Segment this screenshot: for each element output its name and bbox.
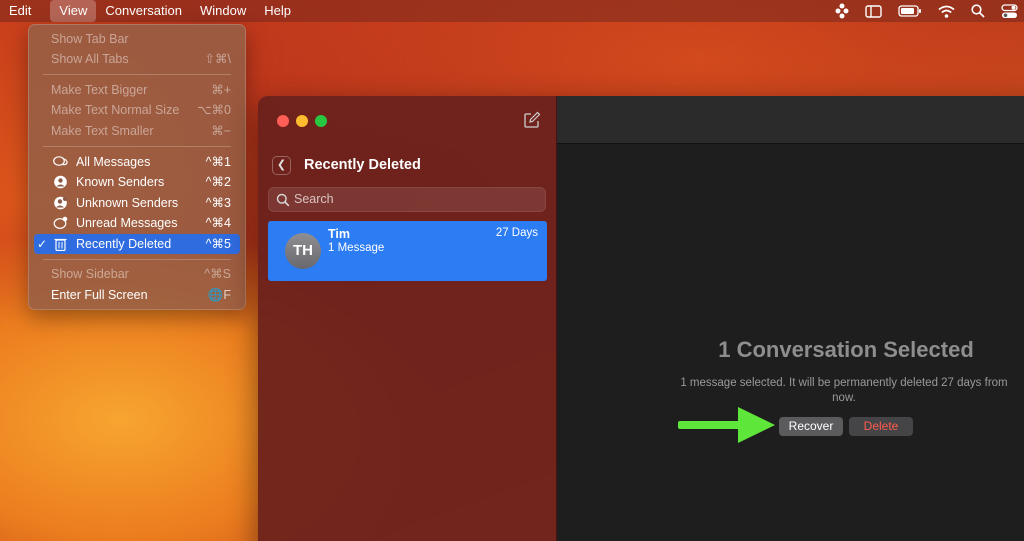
menu-view[interactable]: View	[50, 0, 97, 22]
conversation-time: 27 Days	[495, 227, 538, 239]
menu-help[interactable]: Help	[255, 0, 300, 22]
menu-separator	[43, 146, 231, 147]
chevron-left-icon: ❮	[276, 159, 287, 171]
recover-button[interactable]: Recover	[779, 417, 843, 436]
checkmark-icon: ✓	[37, 237, 48, 251]
wifi-icon[interactable]	[938, 5, 955, 18]
menu-item-show-sidebar[interactable]: Show Sidebar ^⌘S	[34, 264, 240, 284]
zoom-window-button[interactable]	[315, 115, 327, 127]
shortcut: ⇧⌘\	[204, 52, 231, 66]
shortcut: ⌘−	[211, 124, 231, 138]
sidebar-title: Recently Deleted	[304, 157, 421, 173]
battery-icon[interactable]	[898, 5, 922, 17]
menu-item-show-all-tabs[interactable]: Show All Tabs ⇧⌘\	[34, 49, 240, 69]
menu-separator	[43, 259, 231, 260]
conversation-item[interactable]: TH Tim 1 Message 27 Days	[268, 221, 547, 281]
shortcut: ^⌘4	[205, 216, 231, 230]
menu-window[interactable]: Window	[191, 0, 255, 22]
sidebar-toggle-icon[interactable]	[865, 4, 882, 18]
menu-edit[interactable]: Edit	[0, 0, 40, 22]
trash-icon	[54, 238, 67, 251]
status-area	[835, 0, 1018, 22]
sidebar: ❮ Recently Deleted Search TH Tim 1 Messa…	[258, 96, 557, 541]
green-arrow-icon	[678, 407, 775, 443]
menu-item-known-senders[interactable]: Known Senders ^⌘2	[34, 172, 240, 192]
menu-item-make-text-normal-size[interactable]: Make Text Normal Size ⌥⌘0	[34, 100, 240, 120]
avatar: TH	[285, 233, 321, 269]
compose-icon[interactable]	[523, 111, 541, 129]
person-circle-icon	[54, 175, 67, 189]
control-center-icon[interactable]	[1001, 3, 1018, 19]
shortcut: ⌥⌘0	[197, 103, 231, 117]
menu-item-recently-deleted[interactable]: ✓ Recently Deleted ^⌘5	[34, 234, 240, 254]
shortcut: ^⌘S	[204, 267, 231, 281]
spotlight-search-icon[interactable]	[971, 4, 985, 18]
menu-item-unread-messages[interactable]: Unread Messages ^⌘4	[34, 213, 240, 233]
view-menu-dropdown: Show Tab Bar Show All Tabs ⇧⌘\ Make Text…	[28, 24, 246, 310]
shortcut: ⌘+	[211, 83, 231, 97]
menu-item-make-text-smaller[interactable]: Make Text Smaller ⌘−	[34, 121, 240, 141]
menu-bar: Edit View Conversation Window Help	[0, 0, 1024, 22]
menu-item-enter-full-screen[interactable]: Enter Full Screen 🌐F	[34, 285, 240, 305]
close-window-button[interactable]	[277, 115, 289, 127]
messages-window: ❮ Recently Deleted Search TH Tim 1 Messa…	[258, 96, 1024, 541]
delete-button[interactable]: Delete	[849, 417, 913, 436]
speech-bubbles-icon	[53, 156, 68, 166]
search-icon	[276, 193, 290, 207]
unread-bubble-icon	[53, 216, 68, 229]
menu-item-show-tab-bar[interactable]: Show Tab Bar	[34, 29, 240, 49]
shortcut: ^⌘3	[205, 196, 231, 210]
conversation-name: Tim	[328, 227, 350, 241]
widget-icon[interactable]	[835, 3, 849, 19]
shortcut: ^⌘5	[205, 237, 231, 251]
shortcut: ^⌘2	[205, 175, 231, 189]
main-pane: 1 Conversation Selected 1 message select…	[557, 96, 1024, 541]
main-toolbar	[557, 96, 1024, 144]
shortcut: 🌐F	[207, 288, 231, 302]
back-button[interactable]: ❮	[272, 156, 291, 175]
menu-separator	[43, 74, 231, 75]
selection-description: 1 message selected. It will be permanent…	[680, 377, 1008, 404]
menu-item-make-text-bigger[interactable]: Make Text Bigger ⌘+	[34, 80, 240, 100]
person-question-icon	[54, 196, 67, 210]
search-placeholder: Search	[294, 192, 334, 206]
search-field[interactable]: Search	[268, 187, 546, 212]
menu-item-unknown-senders[interactable]: Unknown Senders ^⌘3	[34, 193, 240, 213]
selection-title: 1 Conversation Selected	[718, 337, 974, 362]
minimize-window-button[interactable]	[296, 115, 308, 127]
menu-item-all-messages[interactable]: All Messages ^⌘1	[34, 152, 240, 172]
conversation-subtitle: 1 Message	[328, 242, 385, 254]
shortcut: ^⌘1	[205, 155, 231, 169]
menu-conversation[interactable]: Conversation	[96, 0, 191, 22]
